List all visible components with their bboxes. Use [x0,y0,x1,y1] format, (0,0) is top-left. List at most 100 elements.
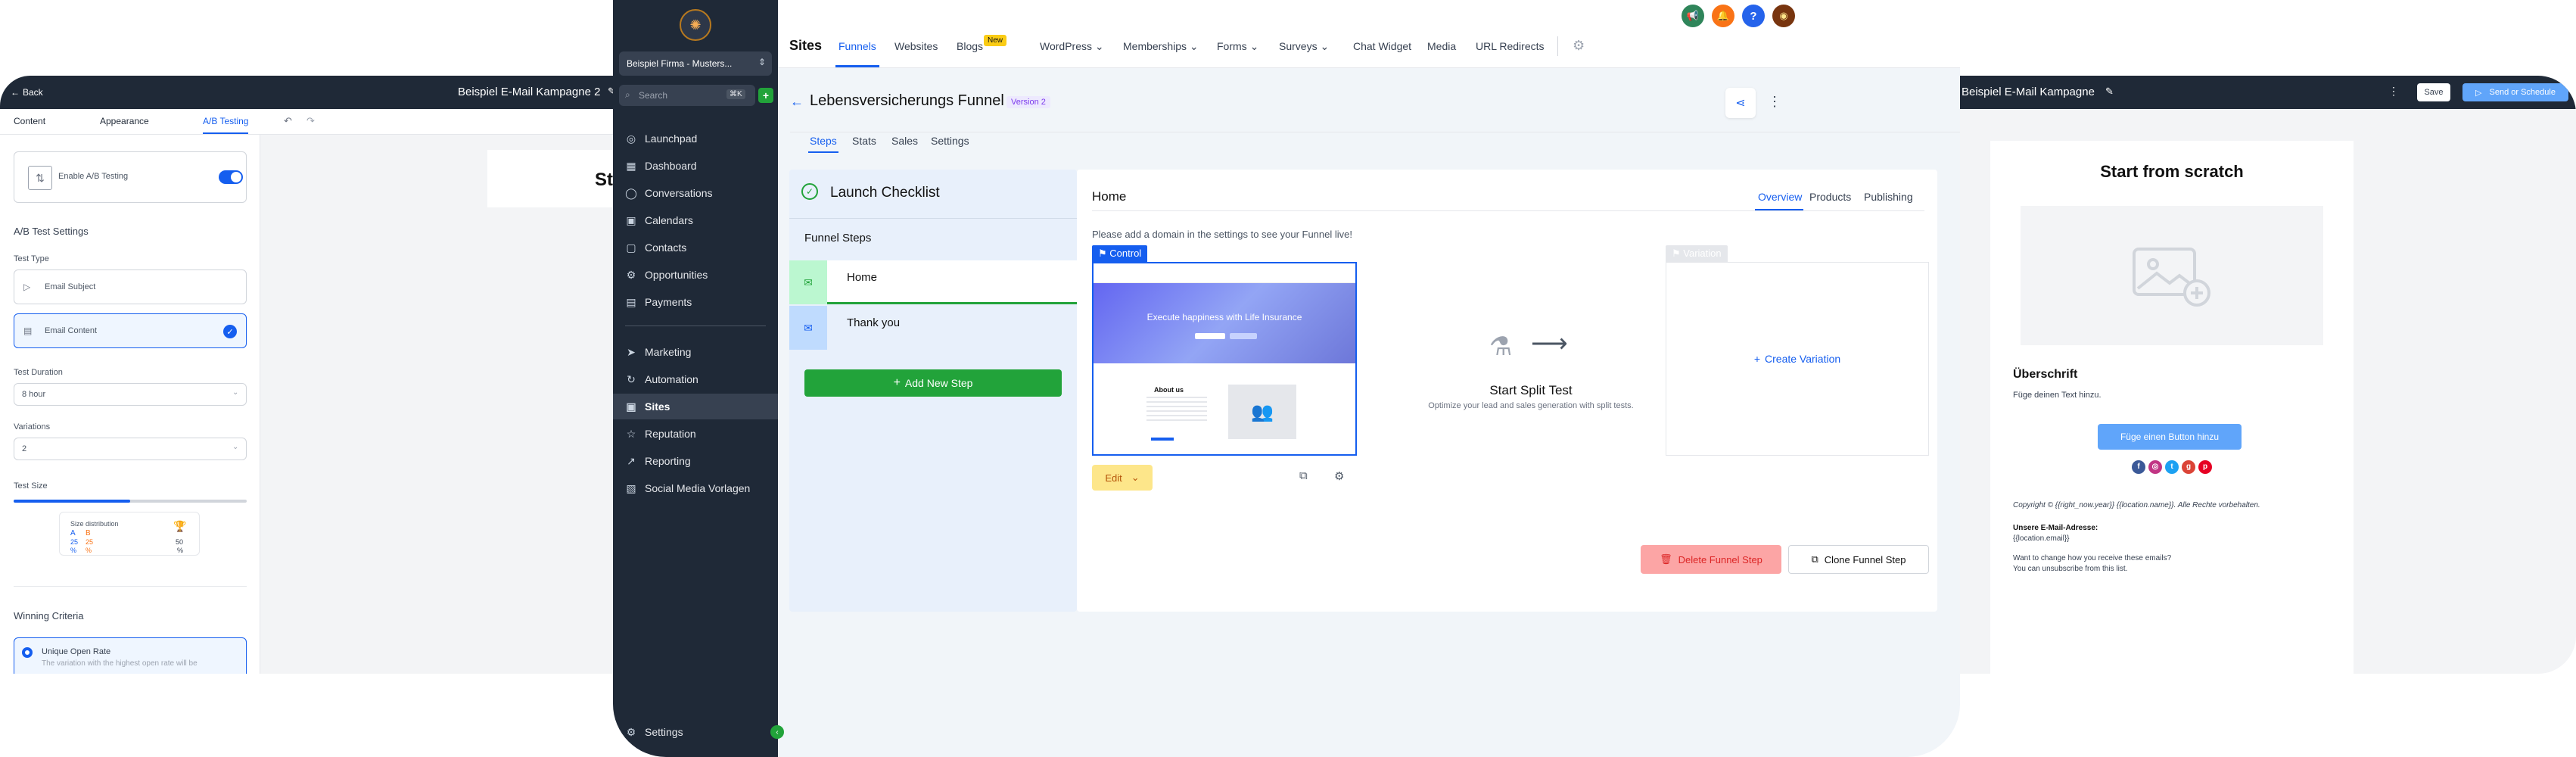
tab-chat-widget[interactable]: Chat Widget [1353,40,1411,52]
account-switcher[interactable]: Beispiel Firma - Musters... ⇕ [619,51,772,76]
email-editor-left: ← Back Beispiel E-Mail Kampagne 2 ✎ Cont… [0,76,621,674]
tab-appearance[interactable]: Appearance [100,116,149,126]
subtab-steps[interactable]: Steps [810,135,837,147]
plus-icon: + [893,376,901,389]
save-button[interactable]: Save [2417,83,2450,101]
tab-media[interactable]: Media [1427,40,1456,52]
tab-funnels[interactable]: Funnels [838,40,876,52]
tab-forms[interactable]: Forms ⌄ [1217,40,1258,53]
create-variation-button[interactable]: + Create Variation [1666,262,1929,456]
tab-blogs[interactable]: Blogs [957,40,983,52]
control-preview[interactable]: Execute happiness with Life Insurance Ab… [1092,262,1357,456]
star-icon: ☆ [626,428,636,440]
tab-websites[interactable]: Websites [894,40,938,52]
subtab-sales[interactable]: Sales [891,135,918,147]
tab-overview[interactable]: Overview [1758,191,1802,203]
variations-label: Variations [14,422,51,431]
sidebar-item-calendars[interactable]: ▣ Calendars [613,207,778,233]
external-link-icon[interactable]: ⧉ [1299,469,1308,482]
pencil-icon[interactable]: ✎ [2105,86,2114,98]
enable-ab-toggle[interactable] [219,170,243,184]
tab-surveys[interactable]: Surveys ⌄ [1279,40,1329,53]
test-size-slider[interactable] [14,500,247,503]
sidebar-item-marketing[interactable]: ➤ Marketing [613,339,778,365]
gear-icon[interactable]: ⚙ [1334,469,1344,483]
gear-icon[interactable]: ⚙ [1573,38,1585,54]
sidebar-item-social-media[interactable]: ▧ Social Media Vorlagen [613,475,778,501]
add-new-step-button[interactable]: + Add New Step [804,369,1062,397]
tab-ab-testing[interactable]: A/B Testing [203,116,248,126]
share-icon[interactable]: ⋖ [1725,88,1756,118]
bell-icon[interactable]: 🔔 [1712,5,1734,27]
kebab-menu-icon[interactable]: ⋮ [2388,85,2399,98]
sidebar-item-payments[interactable]: ▤ Payments [613,289,778,315]
editor-top-bar: Beispiel E-Mail Kampagne ✎ ⋮ Save ▷ Send… [1945,76,2576,109]
divider [789,218,1077,219]
gear-icon: ⚙ [626,726,636,738]
test-type-email-content[interactable]: ▤ Email Content ✓ [14,313,247,348]
more-vertical-icon[interactable]: ⋮ [1768,94,1781,110]
step-thank-you[interactable]: ✉ Thank you [789,306,1077,350]
sidebar-item-sites[interactable]: ▣ Sites [613,394,778,419]
search-input[interactable]: ⌕ Search ⌘K [619,85,755,106]
facebook-icon[interactable]: f [2132,460,2145,474]
add-icon[interactable]: + [758,88,773,103]
edit-button[interactable]: Edit ⌄ [1092,465,1153,491]
preview-photo: 👥 [1228,385,1296,439]
image-icon: ▧ [626,482,636,494]
sidebar-item-conversations[interactable]: ◯ Conversations [613,180,778,206]
google-plus-icon[interactable]: g [2182,460,2195,474]
ab-settings-panel: ⇅ Enable A/B Testing A/B Test Settings T… [0,135,260,674]
copy-icon: ⧉ [1811,553,1818,565]
canvas-heading: St [595,170,613,190]
tab-wordpress[interactable]: WordPress ⌄ [1040,40,1104,53]
send-icon: ▷ [23,282,31,292]
image-placeholder[interactable] [2021,206,2323,345]
pinterest-icon[interactable]: p [2198,460,2212,474]
test-size-fill [14,500,130,503]
trash-icon: 🗑 [1660,553,1672,565]
undo-icon[interactable]: ↶ [284,115,292,127]
tab-publishing[interactable]: Publishing [1864,191,1913,203]
funnel-icon: ⚙ [626,269,636,281]
enable-ab-card: ⇅ Enable A/B Testing [14,151,247,203]
back-button[interactable]: ← Back [11,87,43,98]
test-type-email-subject[interactable]: ▷ Email Subject [14,269,247,304]
copyright-text: Copyright © {{right_now.year}} {{locatio… [2013,501,2260,509]
sidebar-item-settings[interactable]: ⚙ Settings [613,719,778,745]
avatar[interactable]: ◉ [1772,5,1795,27]
sidebar-item-dashboard[interactable]: ▦ Dashboard [613,153,778,179]
subtab-stats[interactable]: Stats [852,135,876,147]
sidebar-item-reputation[interactable]: ☆ Reputation [613,421,778,447]
tab-url-redirects[interactable]: URL Redirects [1476,40,1545,52]
rocket-icon: ◎ [626,132,636,145]
sidebar-item-automation[interactable]: ↻ Automation [613,366,778,392]
back-arrow-icon[interactable]: ← [790,94,804,110]
test-duration-select[interactable]: 8 hour ⌄ [14,383,247,406]
variations-select[interactable]: 2 ⌄ [14,438,247,460]
sidebar-item-opportunities[interactable]: ⚙ Opportunities [613,262,778,288]
sidebar-item-reporting[interactable]: ↗ Reporting [613,448,778,474]
tab-memberships[interactable]: Memberships ⌄ [1123,40,1199,53]
email-cta-button[interactable]: Füge einen Button hinzu [2098,424,2242,450]
criteria-unique-open-rate[interactable]: Unique Open Rate The variation with the … [14,637,247,674]
send-icon: ▷ [2475,88,2482,98]
sidebar-item-contacts[interactable]: ▢ Contacts [613,235,778,260]
send-or-schedule-button[interactable]: ▷ Send or Schedule [2462,83,2568,101]
redo-icon[interactable]: ↷ [306,115,315,127]
megaphone-icon[interactable]: 📢 [1682,5,1704,27]
delete-funnel-step-button[interactable]: 🗑 Delete Funnel Step [1641,545,1781,574]
sidebar-item-launchpad[interactable]: ◎ Launchpad [613,126,778,151]
radio-selected[interactable] [22,647,33,658]
clone-funnel-step-button[interactable]: ⧉ Clone Funnel Step [1788,545,1929,574]
campaign-title: Beispiel E-Mail Kampagne [1962,86,2095,98]
twitter-icon[interactable]: t [2165,460,2179,474]
subtab-settings[interactable]: Settings [931,135,969,147]
test-duration-label: Test Duration [14,368,63,377]
launch-checklist-label[interactable]: Launch Checklist [830,185,940,201]
tab-products[interactable]: Products [1809,191,1851,203]
step-home[interactable]: ✉ Home [789,260,1077,304]
tab-content[interactable]: Content [14,116,45,126]
help-icon[interactable]: ? [1742,5,1765,27]
instagram-icon[interactable]: ◎ [2148,460,2162,474]
